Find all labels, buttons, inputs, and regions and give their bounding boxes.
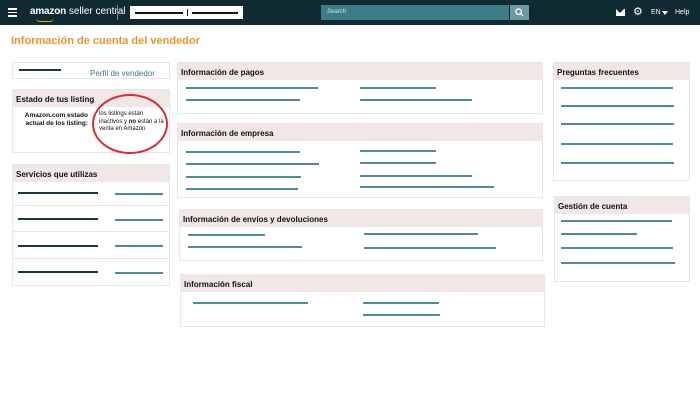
chevron-down-icon[interactable] [662, 11, 668, 15]
language-selector[interactable]: EN [651, 9, 661, 16]
tax-title: Información fiscal [181, 275, 544, 292]
service-status-link[interactable] [115, 219, 163, 221]
page-title: Información de cuenta del vendedor [11, 35, 200, 47]
search-button[interactable] [510, 5, 529, 20]
faq-link[interactable] [561, 123, 674, 125]
service-status-link[interactable] [115, 245, 163, 247]
mail-icon[interactable] [616, 9, 625, 16]
business-field-link[interactable] [186, 151, 300, 153]
account-link[interactable] [561, 233, 637, 235]
hamburger-menu-icon[interactable] [8, 8, 17, 17]
business-field-link[interactable] [186, 176, 301, 178]
business-field-link[interactable] [360, 186, 494, 188]
service-status-link[interactable] [115, 272, 163, 274]
services-card: Servicios que utilizas [12, 164, 170, 286]
logo-brand: amazon [30, 6, 67, 17]
payment-field-link[interactable] [360, 99, 472, 101]
listing-status-label: Amazon.com estado actual de los listing: [24, 112, 88, 127]
tax-field-link[interactable] [363, 302, 439, 304]
tax-card: Información fiscal [180, 274, 545, 327]
divider [13, 258, 168, 259]
service-name [18, 192, 98, 194]
help-link[interactable]: Help [675, 9, 689, 16]
shipping-field-link[interactable] [188, 234, 265, 236]
payment-field-link[interactable] [186, 87, 318, 89]
account-management-title: Gestión de cuenta [555, 197, 689, 214]
faq-link[interactable] [561, 105, 674, 107]
divider [13, 205, 168, 206]
service-name [18, 271, 98, 273]
faq-link[interactable] [561, 162, 674, 164]
business-field-link[interactable] [360, 150, 436, 152]
faq-link[interactable] [561, 87, 673, 89]
search-input[interactable]: Search [321, 5, 509, 20]
business-title: Información de empresa [178, 124, 542, 141]
account-link[interactable] [561, 247, 673, 249]
shipping-field-link[interactable] [364, 233, 478, 235]
shipping-field-link[interactable] [188, 246, 302, 248]
business-field-link[interactable] [360, 162, 436, 164]
divider [13, 231, 168, 232]
marketplace-name-redacted [192, 12, 238, 14]
top-navigation-bar: amazon seller central Search ⚙ EN Help [0, 0, 700, 25]
faq-link[interactable] [561, 143, 673, 145]
logo-divider [117, 5, 118, 20]
business-field-link[interactable] [186, 188, 298, 190]
shipping-field-link[interactable] [364, 247, 496, 249]
listing-status-note: los listings están inactivos y no están … [99, 111, 164, 132]
service-name [18, 218, 98, 220]
business-field-link[interactable] [186, 163, 319, 165]
tax-field-link[interactable] [193, 302, 308, 304]
account-switcher[interactable] [130, 6, 243, 19]
gear-icon[interactable]: ⚙ [633, 7, 643, 18]
account-divider [187, 9, 188, 16]
payment-field-link[interactable] [360, 87, 436, 89]
search-icon [515, 8, 524, 17]
logo-smile-icon [36, 18, 54, 22]
shipping-returns-title: Información de envíos y devoluciones [180, 210, 542, 227]
faq-title: Preguntas frecuentes [554, 63, 689, 80]
service-name [18, 245, 98, 247]
account-link[interactable] [561, 220, 672, 222]
services-title: Servicios que utilizas [13, 165, 169, 182]
service-status-link[interactable] [115, 193, 163, 195]
tax-field-link[interactable] [363, 314, 440, 316]
seller-profile-link[interactable]: Perfil de vendedor [90, 69, 155, 78]
payment-field-link[interactable] [186, 99, 300, 101]
payments-title: Información de pagos [178, 63, 542, 80]
seller-central-logo[interactable]: amazon seller central [30, 5, 126, 22]
account-link[interactable] [561, 262, 675, 264]
account-management-card: Gestión de cuenta [554, 196, 690, 282]
seller-name-redacted [19, 69, 61, 71]
account-name-redacted [135, 12, 183, 14]
business-field-link[interactable] [360, 175, 472, 177]
